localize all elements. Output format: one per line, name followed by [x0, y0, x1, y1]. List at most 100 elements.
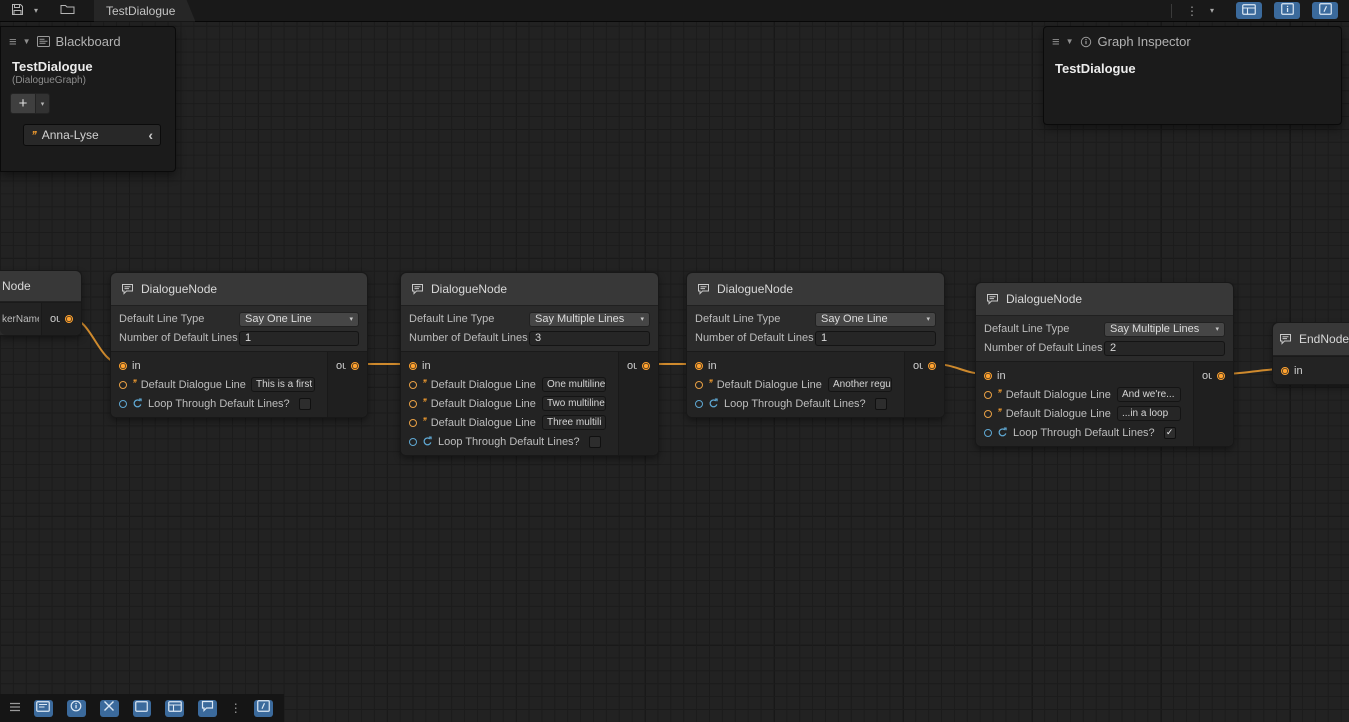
node-title-bar[interactable]: DialogueNode [111, 273, 367, 306]
dialogue-line-field[interactable]: One multiline [542, 377, 606, 392]
in-port[interactable] [984, 372, 992, 380]
num-lines-field[interactable]: 3 [529, 331, 650, 346]
out-port[interactable] [1217, 372, 1225, 380]
console-button[interactable] [8, 700, 23, 717]
out-port-label: out [336, 360, 346, 372]
port-row: ’’ Default Dialogue Line 1 And we're... [976, 385, 1193, 404]
loop-port[interactable] [984, 429, 992, 437]
more-dropdown-button[interactable]: ▾ [1206, 2, 1218, 20]
quote-icon: ’’ [997, 408, 1001, 419]
num-lines-field[interactable]: 1 [815, 331, 936, 346]
toolbar-separator [1171, 4, 1172, 18]
node-title-bar[interactable]: EndNode [1273, 323, 1349, 356]
blackboard-toggle-button[interactable] [34, 700, 53, 717]
loop-checkbox[interactable]: ✓ [1164, 427, 1176, 439]
start-node[interactable]: Node kerName out [0, 270, 82, 336]
out-port[interactable] [65, 315, 73, 323]
node-title-bar[interactable]: DialogueNode [687, 273, 944, 306]
collapse-arrow-icon[interactable]: ▼ [1066, 38, 1074, 46]
line-type-dropdown[interactable]: Say Multiple Lines ▾ [1104, 322, 1225, 337]
node-properties: Default Line Type Say One Line ▾ Number … [687, 306, 944, 351]
in-port[interactable] [119, 362, 127, 370]
hamburger-icon[interactable]: ≡ [9, 35, 17, 48]
line-type-value: Say Multiple Lines [535, 313, 624, 325]
blackboard-entry[interactable]: ’’ Anna-Lyse ‹ [23, 124, 161, 146]
hamburger-icon[interactable]: ≡ [1052, 35, 1060, 48]
toggle-blackboard-button[interactable] [1236, 2, 1262, 19]
end-node[interactable]: EndNode in [1272, 322, 1349, 385]
more-button[interactable]: ⋮ [228, 700, 243, 717]
dialogue-line-port[interactable] [119, 381, 127, 389]
chevron-down-icon: ▾ [1210, 6, 1214, 15]
node-title: DialogueNode [1006, 292, 1082, 306]
num-lines-field[interactable]: 2 [1104, 341, 1225, 356]
dialogue-node-1[interactable]: DialogueNode Default Line Type Say One L… [110, 272, 368, 418]
table-button[interactable] [165, 700, 184, 717]
dialogue-line-port[interactable] [409, 419, 417, 427]
inspector-toggle-button[interactable] [67, 700, 86, 717]
port-row: out [1194, 366, 1233, 385]
loop-port[interactable] [119, 400, 127, 408]
save-button[interactable] [6, 2, 28, 20]
out-port[interactable] [351, 362, 359, 370]
dialogue-line-port[interactable] [409, 381, 417, 389]
loop-port[interactable] [695, 400, 703, 408]
dialogue-line-field[interactable]: ...in a loop [1117, 406, 1181, 421]
in-port[interactable] [409, 362, 417, 370]
in-port[interactable] [695, 362, 703, 370]
add-variable-button[interactable]: + [10, 93, 36, 114]
node-title-bar[interactable]: DialogueNode [401, 273, 658, 306]
quote-icon: ’’ [997, 389, 1001, 400]
line-type-label: Default Line Type [695, 313, 815, 325]
node-title-bar[interactable]: Node [0, 271, 81, 302]
port-row: ’’ Default Dialogue Line 2 Two multiline [401, 394, 618, 413]
dialogue-line-port[interactable] [984, 391, 992, 399]
line-type-dropdown[interactable]: Say Multiple Lines ▾ [529, 312, 650, 327]
open-asset-button[interactable] [56, 2, 78, 20]
port-row: out [619, 356, 658, 375]
add-variable-dropdown[interactable]: ▾ [36, 93, 50, 114]
dialogue-line-port[interactable] [409, 400, 417, 408]
collapse-arrow-icon[interactable]: ▼ [23, 38, 31, 46]
loop-label: Loop Through Default Lines? [148, 398, 290, 410]
dialogue-line-field[interactable]: Two multiline [542, 396, 606, 411]
loop-checkbox[interactable] [875, 398, 887, 410]
dialogue-node-2[interactable]: DialogueNode Default Line Type Say Multi… [400, 272, 659, 456]
frame-button[interactable] [133, 700, 152, 717]
in-port[interactable] [1281, 367, 1289, 375]
save-dropdown-button[interactable]: ▾ [30, 2, 42, 20]
out-port[interactable] [642, 362, 650, 370]
dialogue-line-field[interactable]: Three multili [542, 415, 606, 430]
more-menu-button[interactable]: ⋮ [1182, 2, 1202, 19]
code-button[interactable] [254, 700, 273, 717]
loop-checkbox[interactable] [299, 398, 311, 410]
port-row: in [401, 356, 618, 375]
num-lines-field[interactable]: 1 [239, 331, 359, 346]
dialogue-line-field[interactable]: Another regu [828, 377, 892, 392]
node-properties: Default Line Type Say One Line ▾ Number … [111, 306, 367, 351]
dialogue-line-port[interactable] [984, 410, 992, 418]
chevron-down-icon: ▾ [349, 315, 353, 323]
toggle-inspector-button[interactable] [1274, 2, 1300, 19]
dialogue-node-3[interactable]: DialogueNode Default Line Type Say One L… [686, 272, 945, 418]
node-title-bar[interactable]: DialogueNode [976, 283, 1233, 316]
chevron-left-icon[interactable]: ‹ [148, 128, 153, 142]
graph-inspector-panel: ≡ ▼ Graph Inspector TestDialogue [1043, 26, 1342, 125]
dialogue-line-field[interactable]: And we're... [1117, 387, 1181, 402]
out-port-label: out [1202, 370, 1212, 382]
toggle-preview-button[interactable] [1312, 2, 1338, 19]
loop-port[interactable] [409, 438, 417, 446]
info-icon [1080, 36, 1092, 48]
out-port[interactable] [928, 362, 936, 370]
dialogue-line-field[interactable]: This is a first [251, 377, 315, 392]
line-type-dropdown[interactable]: Say One Line ▾ [815, 312, 936, 327]
dialogue-node-4[interactable]: DialogueNode Default Line Type Say Multi… [975, 282, 1234, 447]
dialogue-line-port[interactable] [695, 381, 703, 389]
line-type-dropdown[interactable]: Say One Line ▾ [239, 312, 359, 327]
tools-button[interactable] [100, 700, 119, 717]
loop-checkbox[interactable] [589, 436, 601, 448]
dialogue-preview-button[interactable] [198, 700, 217, 717]
tab-testdialogue[interactable]: TestDialogue [94, 0, 195, 22]
chevron-down-icon: ▾ [640, 315, 644, 323]
port-row: ’’ Default Dialogue Line 1 One multiline [401, 375, 618, 394]
